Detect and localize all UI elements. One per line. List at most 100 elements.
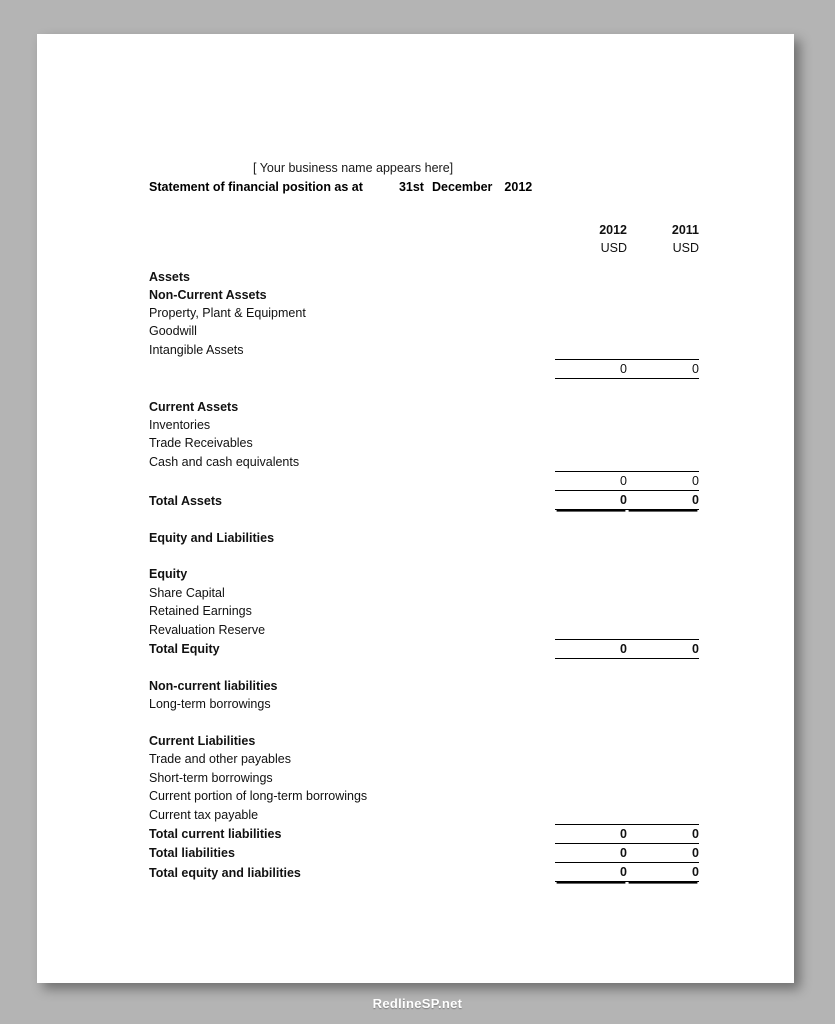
column-header-years: 2012 2011 bbox=[149, 221, 699, 239]
row-value-current: 0 bbox=[555, 359, 627, 380]
spacer-cell bbox=[149, 221, 555, 239]
row-value-current bbox=[555, 529, 627, 547]
row-label: Total equity and liabilities bbox=[149, 865, 301, 880]
row-label: Trade Receivables bbox=[149, 436, 253, 451]
site-watermark: RedlineSP.net bbox=[372, 996, 463, 1011]
spacer-cell bbox=[627, 714, 699, 732]
row-value-current bbox=[555, 434, 627, 452]
row-value-current bbox=[555, 602, 627, 620]
row-value-current bbox=[555, 695, 627, 713]
row-value-prior bbox=[627, 620, 699, 639]
row-label: Total current liabilities bbox=[149, 827, 282, 841]
row-value-current bbox=[555, 584, 627, 602]
spacer-cell bbox=[627, 510, 699, 529]
table-row-short-term-borrowings: Short-term borrowings bbox=[149, 769, 699, 787]
row-label: Equity and Liabilities bbox=[149, 530, 275, 545]
row-value-current bbox=[555, 805, 627, 824]
row-value-prior bbox=[627, 769, 699, 787]
row-value-prior bbox=[627, 416, 699, 434]
table-row-current-assets-total: 0 0 bbox=[149, 470, 699, 492]
table-row-current-assets-heading: Current Assets bbox=[149, 398, 699, 416]
row-label: Revaluation Reserve bbox=[149, 622, 266, 637]
row-label: Total Equity bbox=[149, 642, 220, 657]
table-row-assets-heading: Assets bbox=[149, 268, 699, 286]
row-value-prior bbox=[627, 750, 699, 768]
row-label: Equity bbox=[149, 567, 188, 582]
row-value-current bbox=[555, 322, 627, 340]
spacer-cell bbox=[149, 714, 555, 732]
table-row-trade-receivables: Trade Receivables bbox=[149, 434, 699, 452]
row-value-prior bbox=[627, 529, 699, 547]
table-row-non-current-liabilities-heading: Non-current liabilities bbox=[149, 677, 699, 695]
row-value-current bbox=[555, 453, 627, 472]
statement-date-year: 2012 bbox=[504, 180, 533, 194]
table-row-ppe: Property, Plant & Equipment bbox=[149, 304, 699, 322]
row-value-current bbox=[555, 732, 627, 750]
row-value-prior: 0 bbox=[627, 490, 699, 511]
row-value-prior bbox=[627, 787, 699, 805]
spacer-cell bbox=[627, 547, 699, 565]
row-value-prior bbox=[627, 341, 699, 360]
row-spacer bbox=[149, 714, 699, 732]
row-spacer bbox=[149, 258, 699, 268]
table-row-total-equity-and-liabilities: Total equity and liabilities 0 0 bbox=[149, 862, 699, 883]
row-value-prior bbox=[627, 565, 699, 583]
table-row-current-liabilities-heading: Current Liabilities bbox=[149, 732, 699, 750]
row-value-current: 0 bbox=[555, 823, 627, 844]
row-value-current: 0 bbox=[555, 862, 627, 883]
row-value-current: 0 bbox=[555, 843, 627, 864]
row-value-current: 0 bbox=[555, 490, 627, 511]
table-row-total-assets: Total Assets 0 0 bbox=[149, 490, 699, 511]
statement-title-row: Statement of financial position as at 31… bbox=[149, 177, 699, 198]
row-value-prior bbox=[627, 434, 699, 452]
row-value-prior bbox=[627, 805, 699, 824]
column-header-currency-current: USD bbox=[600, 241, 627, 256]
row-label: Assets bbox=[149, 269, 190, 284]
row-label: Total Assets bbox=[149, 493, 222, 508]
row-value-current bbox=[555, 769, 627, 787]
spacer-cell bbox=[627, 379, 699, 398]
spacer-cell bbox=[555, 714, 627, 732]
row-value-prior bbox=[627, 695, 699, 713]
row-value-current bbox=[555, 286, 627, 304]
row-value-prior bbox=[627, 322, 699, 340]
column-header-year-prior: 2011 bbox=[671, 223, 699, 237]
row-spacer bbox=[149, 510, 699, 529]
table-row-goodwill: Goodwill bbox=[149, 322, 699, 340]
row-label bbox=[149, 360, 555, 379]
row-label: Cash and cash equivalents bbox=[149, 455, 300, 470]
statement-title: Statement of financial position as at bbox=[149, 180, 363, 194]
row-label bbox=[149, 471, 555, 490]
row-value-current bbox=[555, 565, 627, 583]
row-value-current: 0 bbox=[555, 638, 627, 659]
row-label: Current portion of long-term borrowings bbox=[149, 788, 368, 803]
business-name-placeholder: [ Your business name appears here] bbox=[253, 161, 454, 175]
row-label: Current Assets bbox=[149, 399, 239, 414]
table-row-equity-heading: Equity bbox=[149, 565, 699, 583]
table-row-share-capital: Share Capital bbox=[149, 584, 699, 602]
statement-date-day: 31st bbox=[398, 180, 424, 194]
row-value-current bbox=[555, 677, 627, 695]
row-label: Share Capital bbox=[149, 585, 225, 600]
row-label: Intangible Assets bbox=[149, 343, 244, 358]
row-value-prior: 0 bbox=[627, 823, 699, 844]
spacer-cell bbox=[149, 239, 555, 257]
row-label: Total liabilities bbox=[149, 846, 235, 861]
row-value-current bbox=[555, 341, 627, 360]
row-value-prior: 0 bbox=[627, 843, 699, 864]
row-spacer bbox=[149, 658, 699, 677]
spacer-cell bbox=[149, 658, 555, 677]
spacer-cell bbox=[555, 658, 627, 677]
table-row-inventories: Inventories bbox=[149, 416, 699, 434]
document-page: [ Your business name appears here] State… bbox=[37, 34, 794, 983]
row-value-prior bbox=[627, 677, 699, 695]
row-label: Non-Current Assets bbox=[149, 287, 267, 302]
row-value-prior bbox=[627, 286, 699, 304]
spacer-cell bbox=[149, 510, 555, 529]
table-row-total-equity: Total Equity 0 0 bbox=[149, 638, 699, 659]
row-label: Short-term borrowings bbox=[149, 770, 273, 785]
spacer-cell bbox=[627, 658, 699, 677]
row-value-current bbox=[555, 416, 627, 434]
spacer-cell bbox=[149, 258, 555, 268]
spacer-cell bbox=[555, 258, 627, 268]
